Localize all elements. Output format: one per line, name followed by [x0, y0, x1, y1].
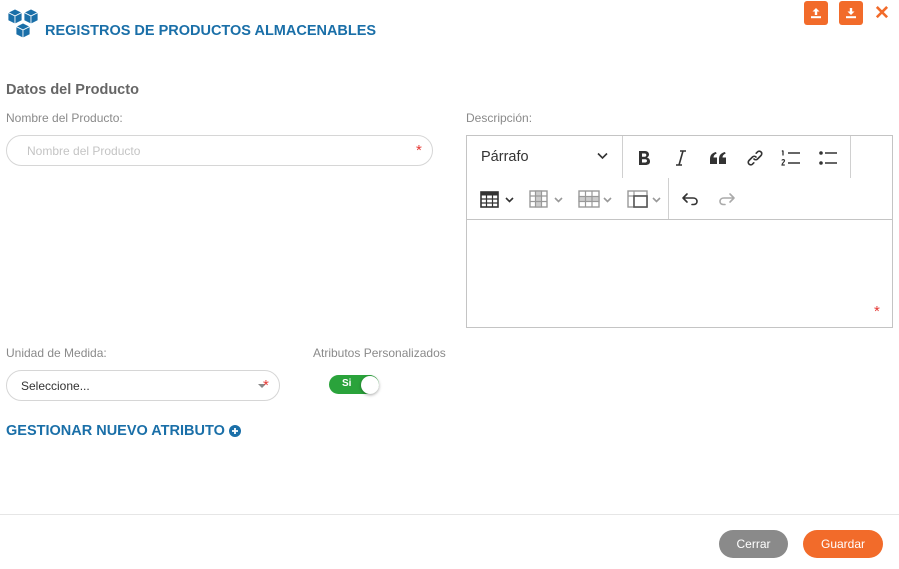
insert-table-icon	[480, 191, 514, 208]
bold-icon	[639, 151, 650, 165]
redo-button[interactable]	[713, 186, 741, 212]
bulleted-list-icon	[819, 151, 837, 165]
blockquote-icon	[710, 152, 726, 164]
download-icon	[846, 8, 856, 19]
required-mark: *	[416, 142, 422, 159]
unidad-label: Unidad de Medida:	[6, 346, 107, 360]
page-title: REGISTROS DE PRODUCTOS ALMACENABLES	[45, 23, 377, 39]
upload-icon	[811, 8, 821, 19]
italic-icon	[676, 150, 686, 166]
nombre-label: Nombre del Producto:	[6, 111, 123, 125]
undo-icon	[682, 193, 698, 206]
bold-button[interactable]	[630, 145, 658, 171]
required-mark: *	[263, 377, 269, 394]
download-button[interactable]	[839, 1, 863, 25]
link-icon	[747, 150, 763, 166]
blockquote-button[interactable]	[704, 145, 732, 171]
bulleted-list-button[interactable]	[814, 145, 842, 171]
insert-table-button[interactable]	[477, 186, 517, 212]
plus-circle-icon	[228, 425, 241, 437]
italic-button[interactable]	[667, 145, 695, 171]
atributos-toggle[interactable]: Si	[329, 375, 379, 394]
toggle-knob	[361, 376, 379, 394]
numbered-list-icon	[781, 150, 800, 166]
gestionar-atributo-label: GESTIONAR NUEVO ATRIBUTO	[6, 423, 225, 439]
redo-icon	[719, 193, 735, 206]
editor-content-area[interactable]	[467, 220, 892, 327]
unidad-select-value: Seleccione...	[21, 379, 90, 393]
toggle-label: Si	[342, 378, 352, 389]
table-row-button[interactable]	[575, 186, 615, 212]
required-mark: *	[874, 303, 880, 320]
gestionar-atributo-link[interactable]: GESTIONAR NUEVO ATRIBUTO	[6, 423, 241, 439]
table-column-button[interactable]	[526, 186, 566, 212]
chevron-down-icon	[597, 152, 608, 160]
nombre-input[interactable]	[27, 142, 407, 160]
heading-select-value: Párrafo	[481, 149, 529, 165]
merge-cells-button[interactable]	[624, 186, 664, 212]
table-row-icon	[578, 190, 612, 208]
close-button[interactable]: ✕	[873, 4, 891, 24]
heading-select[interactable]: Párrafo	[481, 148, 611, 168]
table-column-icon	[529, 190, 563, 208]
merge-cells-icon	[627, 190, 661, 208]
descripcion-label: Descripción:	[466, 111, 533, 125]
link-button[interactable]	[741, 145, 769, 171]
atributos-label: Atributos Personalizados	[313, 346, 446, 360]
unidad-select[interactable]: Seleccione...	[6, 370, 280, 401]
upload-button[interactable]	[804, 1, 828, 25]
undo-button[interactable]	[676, 186, 704, 212]
footer-divider	[0, 514, 899, 515]
close-icon: ✕	[874, 3, 890, 24]
descripcion-editor: Párrafo	[466, 135, 893, 328]
cerrar-button[interactable]: Cerrar	[719, 530, 788, 558]
guardar-button[interactable]: Guardar	[803, 530, 883, 558]
section-title: Datos del Producto	[6, 82, 139, 98]
cubes-logo-icon	[7, 8, 39, 39]
nombre-field-wrapper	[6, 135, 433, 166]
numbered-list-button[interactable]	[777, 145, 805, 171]
